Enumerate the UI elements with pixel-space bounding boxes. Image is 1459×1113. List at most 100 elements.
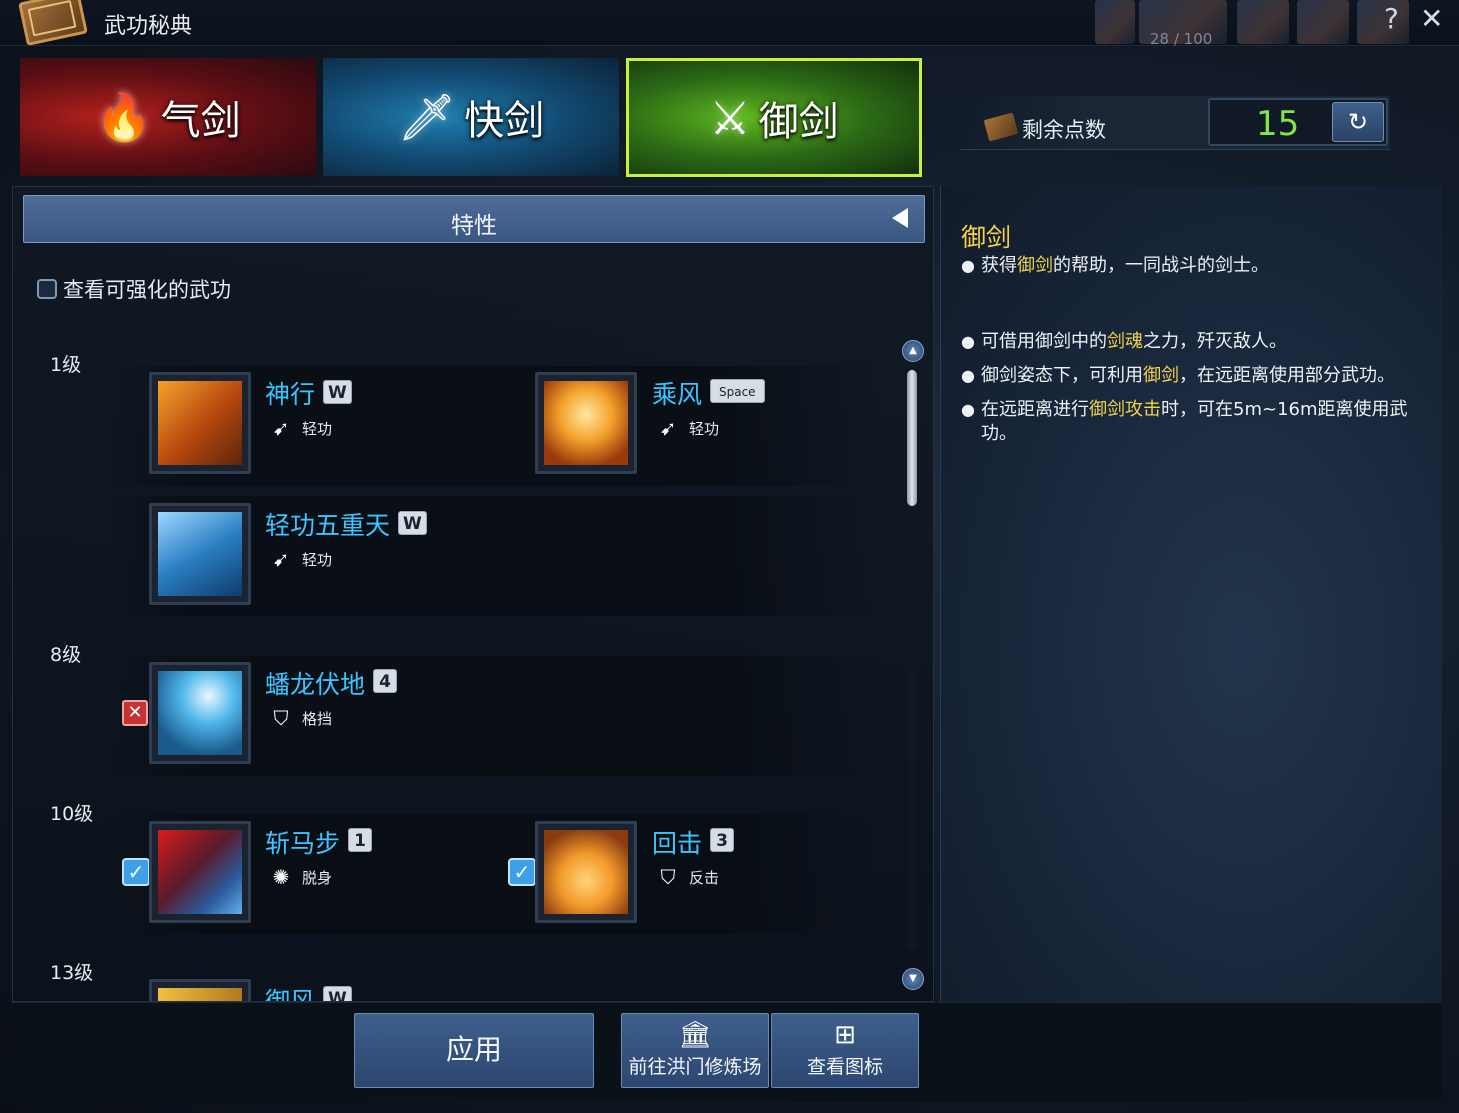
button-label: 前往洪门修炼场 — [628, 1056, 762, 1078]
skill-name[interactable]: 回击 — [652, 824, 702, 860]
tab-label: 御剑 — [758, 98, 839, 145]
escape-icon: ✺ — [272, 865, 290, 889]
book-icon — [18, 0, 88, 46]
collapse-arrow-icon[interactable] — [892, 208, 908, 228]
title-bar: 武功秘典 28 / 100 ? ✕ — [0, 0, 1459, 48]
section-header[interactable]: 特性 — [23, 195, 925, 243]
skill-type-label: 脱身 — [302, 868, 333, 887]
remaining-points-panel: 剩余点数 15 ↻ — [960, 96, 1390, 150]
skill-icon-huiji[interactable] — [535, 821, 637, 923]
text: 获得 — [981, 255, 1017, 276]
skill-type-label: 格挡 — [302, 709, 333, 728]
shield-icon: ⛉ — [660, 865, 676, 889]
text: ，在远距离使用部分武功。 — [1179, 365, 1395, 386]
level-label: 13级 — [50, 962, 94, 984]
skill-name[interactable]: 乘风 — [652, 375, 702, 411]
tab-kuaijian[interactable]: 🗡 快剑 — [323, 58, 619, 176]
shortcut-icon[interactable] — [1095, 0, 1135, 44]
points-box: 15 ↻ — [1208, 98, 1388, 146]
skill-icon-shenxing[interactable] — [149, 372, 251, 474]
skill-icon-zhanmabu[interactable] — [149, 821, 251, 923]
remaining-points-label: 剩余点数 — [1022, 118, 1106, 142]
selected-check-icon[interactable]: ✓ — [122, 858, 150, 886]
key-badge: 3 — [710, 828, 734, 852]
flying-swords-icon: ⚔ — [709, 90, 751, 145]
text: 的帮助，一同战斗的剑士。 — [1053, 255, 1269, 276]
key-badge: 1 — [348, 828, 372, 852]
key-badge: W — [323, 986, 352, 1001]
view-icons-button[interactable]: ⊞ 查看图标 — [771, 1013, 919, 1088]
skill-type: ➹ 轻功 — [266, 416, 332, 440]
grid-icon: ⊞ — [834, 1020, 856, 1050]
skill-type: ➹ 轻功 — [266, 547, 332, 571]
level-label: 1级 — [50, 354, 82, 376]
dash-icon: ➹ — [272, 547, 290, 571]
key-badge: Space — [710, 379, 765, 403]
swift-sword-icon: 🗡 — [397, 89, 457, 144]
close-button[interactable]: ✕ — [1420, 2, 1443, 35]
window-title: 武功秘典 — [104, 14, 193, 39]
skill-type-label: 轻功 — [302, 419, 333, 438]
shortcut-icon[interactable] — [1237, 0, 1289, 44]
description-line: 获得御剑的帮助，一同战斗的剑士。 — [961, 254, 1421, 278]
skill-row-clipped: 御风 W — [108, 975, 908, 1001]
button-label: 查看图标 — [806, 1056, 883, 1078]
skill-type: ⛉ 反击 — [653, 865, 720, 889]
text: 御剑姿态下，可利用 — [981, 365, 1143, 386]
skill-name[interactable]: 轻功五重天 — [265, 506, 390, 542]
skill-name[interactable]: 御风 — [265, 982, 315, 1001]
description-line: 在远距离进行御剑攻击时，可在5m~16m距离使用武功。 — [961, 398, 1421, 446]
skill-name[interactable]: 斩马步 — [265, 824, 340, 860]
skill-type-label: 轻功 — [689, 419, 720, 438]
text: 可借用御剑中的 — [981, 331, 1107, 352]
filter-upgradable[interactable]: 查看可强化的武功 — [37, 277, 231, 302]
skill-type: ⛉ 格挡 — [266, 706, 333, 730]
level-label: 8级 — [50, 644, 82, 666]
description-line: 御剑姿态下，可利用御剑，在远距离使用部分武功。 — [961, 364, 1421, 388]
tab-label: 快剑 — [464, 98, 545, 144]
highlight-text: 御剑 — [1143, 365, 1179, 386]
highlight-text: 剑魂 — [1107, 331, 1143, 352]
tab-label: 气剑 — [160, 98, 241, 144]
skill-icon-panlong-fudi[interactable] — [149, 662, 251, 764]
key-badge: W — [398, 511, 427, 535]
reset-points-button[interactable]: ↻ — [1332, 102, 1384, 142]
help-button[interactable]: ? — [1384, 2, 1399, 35]
description-line: 可借用御剑中的剑魂之力，歼灭敌人。 — [961, 330, 1421, 354]
apply-button[interactable]: 应用 — [354, 1013, 594, 1088]
filter-checkbox[interactable] — [37, 279, 57, 299]
tab-yujian[interactable]: ⚔ 御剑 — [626, 58, 922, 177]
description-panel: 御剑 获得御剑的帮助，一同战斗的剑士。 可借用御剑中的剑魂之力，歼灭敌人。 御剑… — [940, 186, 1442, 1102]
skill-icon-yufeng[interactable] — [149, 979, 251, 1001]
skill-type-label: 反击 — [689, 868, 720, 887]
text: 在远距离进行 — [981, 399, 1089, 420]
unavailable-x-icon: ✕ — [122, 700, 148, 726]
skill-icon-chengfeng[interactable] — [535, 372, 637, 474]
shield-icon: ⛉ — [273, 706, 289, 730]
highlight-text: 御剑 — [1017, 255, 1053, 276]
key-badge: 4 — [373, 669, 397, 693]
dash-icon: ➹ — [659, 416, 677, 440]
shortcut-icon[interactable] — [1357, 0, 1409, 44]
scroll-up-button[interactable]: ▲ — [902, 340, 924, 362]
skill-type: ➹ 轻功 — [653, 416, 719, 440]
top-shortcut-bar — [1095, 0, 1415, 46]
section-title: 特性 — [451, 213, 497, 239]
skill-name[interactable]: 蟠龙伏地 — [265, 665, 365, 701]
scroll-down-button[interactable]: ▼ — [902, 968, 924, 990]
selected-check-icon[interactable]: ✓ — [508, 858, 536, 886]
skill-name[interactable]: 神行 — [265, 375, 315, 411]
remaining-points-value: 15 — [1256, 104, 1300, 144]
skill-icon-qinggong-wuchongtian[interactable] — [149, 503, 251, 605]
highlight-text: 御剑攻击 — [1089, 399, 1161, 420]
skill-type-label: 轻功 — [302, 550, 333, 569]
training-hall-icon: 🏛 — [678, 1020, 712, 1050]
flame-sword-icon: 🔥 — [95, 89, 153, 144]
go-training-button[interactable]: 🏛 前往洪门修炼场 — [621, 1013, 769, 1088]
tab-qijian[interactable]: 🔥 气剑 — [20, 58, 316, 176]
shortcut-icon[interactable] — [1297, 0, 1349, 44]
text: 之力，歼灭敌人。 — [1143, 331, 1287, 352]
description-text: 获得御剑的帮助，一同战斗的剑士。 可借用御剑中的剑魂之力，歼灭敌人。 御剑姿态下… — [961, 254, 1421, 456]
scrollbar-thumb[interactable] — [907, 370, 917, 506]
filter-label: 查看可强化的武功 — [63, 278, 231, 302]
